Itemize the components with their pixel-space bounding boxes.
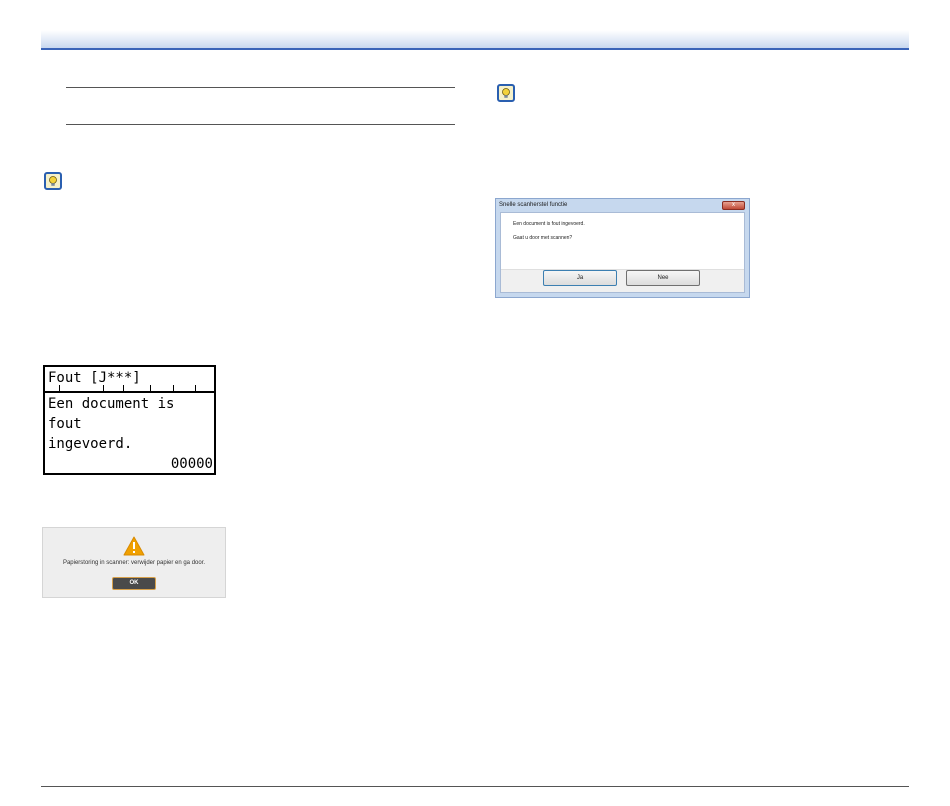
dialog-message-line2: Gaat u door met scannen? bbox=[513, 235, 573, 241]
lcd-header: Fout [J***] bbox=[45, 367, 214, 393]
dialog-message-line1: Een document is fout ingevoerd. bbox=[513, 221, 585, 227]
lightbulb-tip-icon bbox=[44, 172, 62, 190]
lcd-message: Een document is fout ingevoerd. bbox=[48, 394, 214, 454]
lightbulb-tip-icon bbox=[497, 84, 515, 102]
warning-message: Papierstoring in scanner: verwijder papi… bbox=[62, 560, 206, 566]
dialog-body: Een document is fout ingevoerd. Gaat u d… bbox=[500, 212, 745, 293]
no-button[interactable]: Nee bbox=[626, 270, 700, 286]
lcd-panel: Fout [J***] Een document is fout ingevoe… bbox=[43, 365, 216, 475]
lcd-message-line1: Een document is fout bbox=[48, 396, 175, 432]
warning-dialog: Papierstoring in scanner: verwijder papi… bbox=[42, 527, 226, 598]
warning-triangle-icon bbox=[123, 536, 145, 556]
close-button[interactable]: x bbox=[722, 201, 745, 210]
ok-button[interactable]: OK bbox=[112, 577, 156, 590]
page-footer-rule bbox=[41, 786, 909, 787]
lcd-message-line2: ingevoerd. bbox=[48, 436, 133, 452]
dialog-title: Snelle scanherstel functie bbox=[499, 202, 568, 208]
yes-button[interactable]: Ja bbox=[543, 270, 617, 286]
section-rule-top bbox=[66, 87, 455, 88]
lcd-underline-ticks bbox=[45, 385, 214, 391]
lcd-error-code: Fout [J***] bbox=[48, 370, 141, 386]
dialog-button-area bbox=[501, 269, 744, 292]
page-header-band bbox=[41, 30, 909, 50]
recovery-dialog: Snelle scanherstel functie x Een documen… bbox=[495, 198, 750, 298]
section-rule-bottom bbox=[66, 124, 455, 125]
lcd-counter: 00000 bbox=[170, 456, 213, 472]
